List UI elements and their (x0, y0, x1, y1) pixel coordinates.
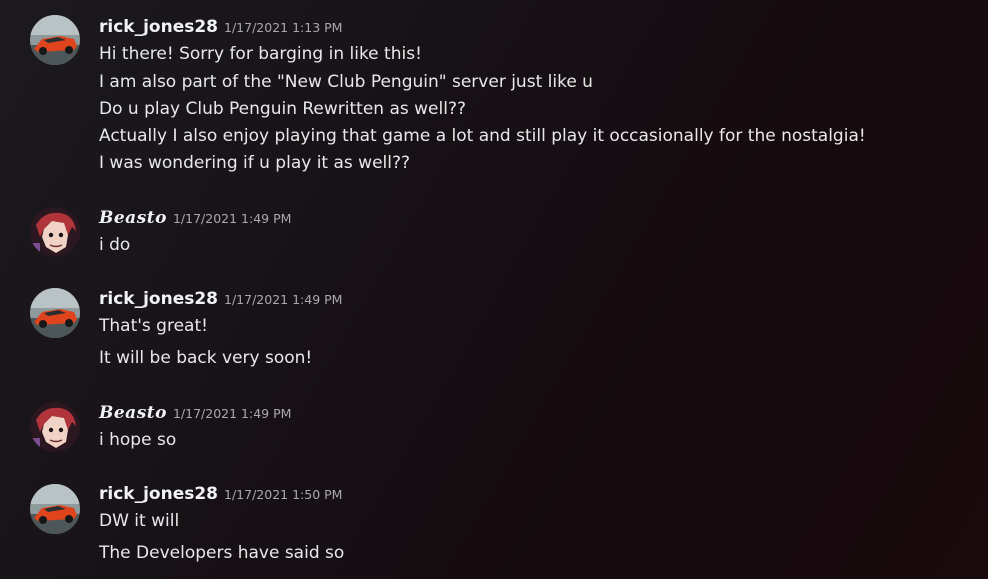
timestamp: 1/17/2021 1:49 PM (172, 406, 292, 421)
message-line: i hope so (99, 430, 177, 450)
timestamp: 1/17/2021 1:13 PM (224, 20, 343, 35)
message-line: Do u play Club Penguin Rewritten as well… (99, 99, 467, 119)
message-header: Beasto 1/17/2021 1:49 PM (99, 403, 291, 425)
avatar[interactable] (30, 207, 80, 257)
timestamp: 1/17/2021 1:49 PM (172, 211, 292, 226)
message-line: i do (99, 235, 131, 255)
timestamp: 1/17/2021 1:49 PM (224, 292, 343, 307)
timestamp: 1/17/2021 1:50 PM (224, 487, 343, 502)
username[interactable]: rick_jones28 (99, 484, 218, 504)
message-line: I am also part of the "New Club Penguin"… (99, 72, 593, 92)
username[interactable]: Beasto (99, 403, 167, 423)
username[interactable]: rick_jones28 (99, 17, 218, 37)
message-header: Beasto 1/17/2021 1:49 PM (99, 208, 291, 230)
message-header: rick_jones28 1/17/2021 1:49 PM (99, 289, 342, 311)
message-line: Actually I also enjoy playing that game … (99, 126, 866, 146)
message-line: Hi there! Sorry for barging in like this… (99, 44, 422, 64)
username[interactable]: Beasto (99, 208, 167, 228)
message-header: rick_jones28 1/17/2021 1:50 PM (99, 484, 342, 506)
message-line: I was wondering if u play it as well?? (99, 153, 411, 173)
message-line: The Developers have said so (99, 543, 345, 563)
avatar[interactable] (30, 15, 80, 65)
message-line: DW it will (99, 511, 180, 531)
chat-message-list: rick_jones28 1/17/2021 1:13 PM Hi there! … (0, 0, 988, 579)
avatar[interactable] (30, 484, 80, 534)
message-header: rick_jones28 1/17/2021 1:13 PM (99, 17, 342, 39)
avatar[interactable] (30, 402, 80, 452)
username[interactable]: rick_jones28 (99, 289, 218, 309)
message-line: It will be back very soon! (99, 348, 313, 368)
avatar[interactable] (30, 288, 80, 338)
message-line: That's great! (99, 316, 208, 336)
